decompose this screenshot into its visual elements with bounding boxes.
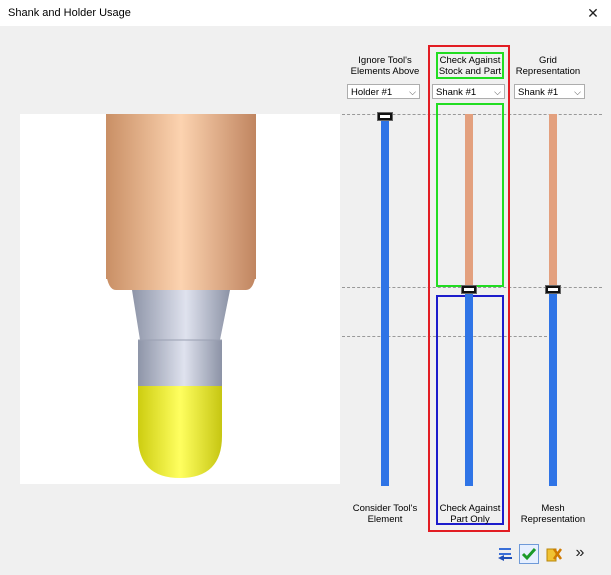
tool-preview [20,114,340,484]
grid-header: Grid Representation [515,55,581,77]
swap-icon[interactable] [496,545,514,563]
grid-slider-thumb[interactable] [545,285,561,294]
check-dropdown[interactable]: Shank #1 ⌵ [432,84,505,99]
check-slider-track-lower[interactable] [465,288,473,486]
check-dropdown-value: Shank #1 [436,87,477,98]
grid-slider-track-lower[interactable] [549,291,557,486]
shank-taper [132,290,230,386]
holder-body [106,114,256,290]
ignore-header: Ignore Tool's Elements Above [350,55,420,77]
checkmark-icon[interactable] [519,544,539,564]
tool-drawing [106,114,256,478]
chevron-double-right-icon[interactable]: » [571,544,589,562]
check-footer: Check Against Part Only [439,503,501,525]
chevron-down-icon: ⌵ [409,87,416,97]
ignore-slider-thumb[interactable] [377,112,393,121]
ignore-slider-track[interactable] [381,116,389,486]
check-slider-track-upper[interactable] [465,114,473,288]
chevron-down-icon: ⌵ [494,87,501,97]
ignore-dropdown[interactable]: Holder #1 ⌵ [347,84,420,99]
chevron-down-icon: ⌵ [574,87,581,97]
grid-dropdown[interactable]: Shank #1 ⌵ [514,84,585,99]
cutter-tip [138,386,222,478]
grid-dropdown-value: Shank #1 [518,87,559,98]
check-slider-thumb[interactable] [461,285,477,294]
window-title: Shank and Holder Usage [8,7,131,19]
close-icon[interactable]: ✕ [582,3,604,23]
grid-slider-track-upper[interactable] [549,114,557,291]
grid-footer: Mesh Representation [520,503,586,525]
check-header: Check Against Stock and Part [438,55,502,77]
ignore-footer: Consider Tool's Element [352,503,418,525]
ignore-dropdown-value: Holder #1 [351,87,393,98]
close-cancel-icon[interactable] [545,545,563,563]
